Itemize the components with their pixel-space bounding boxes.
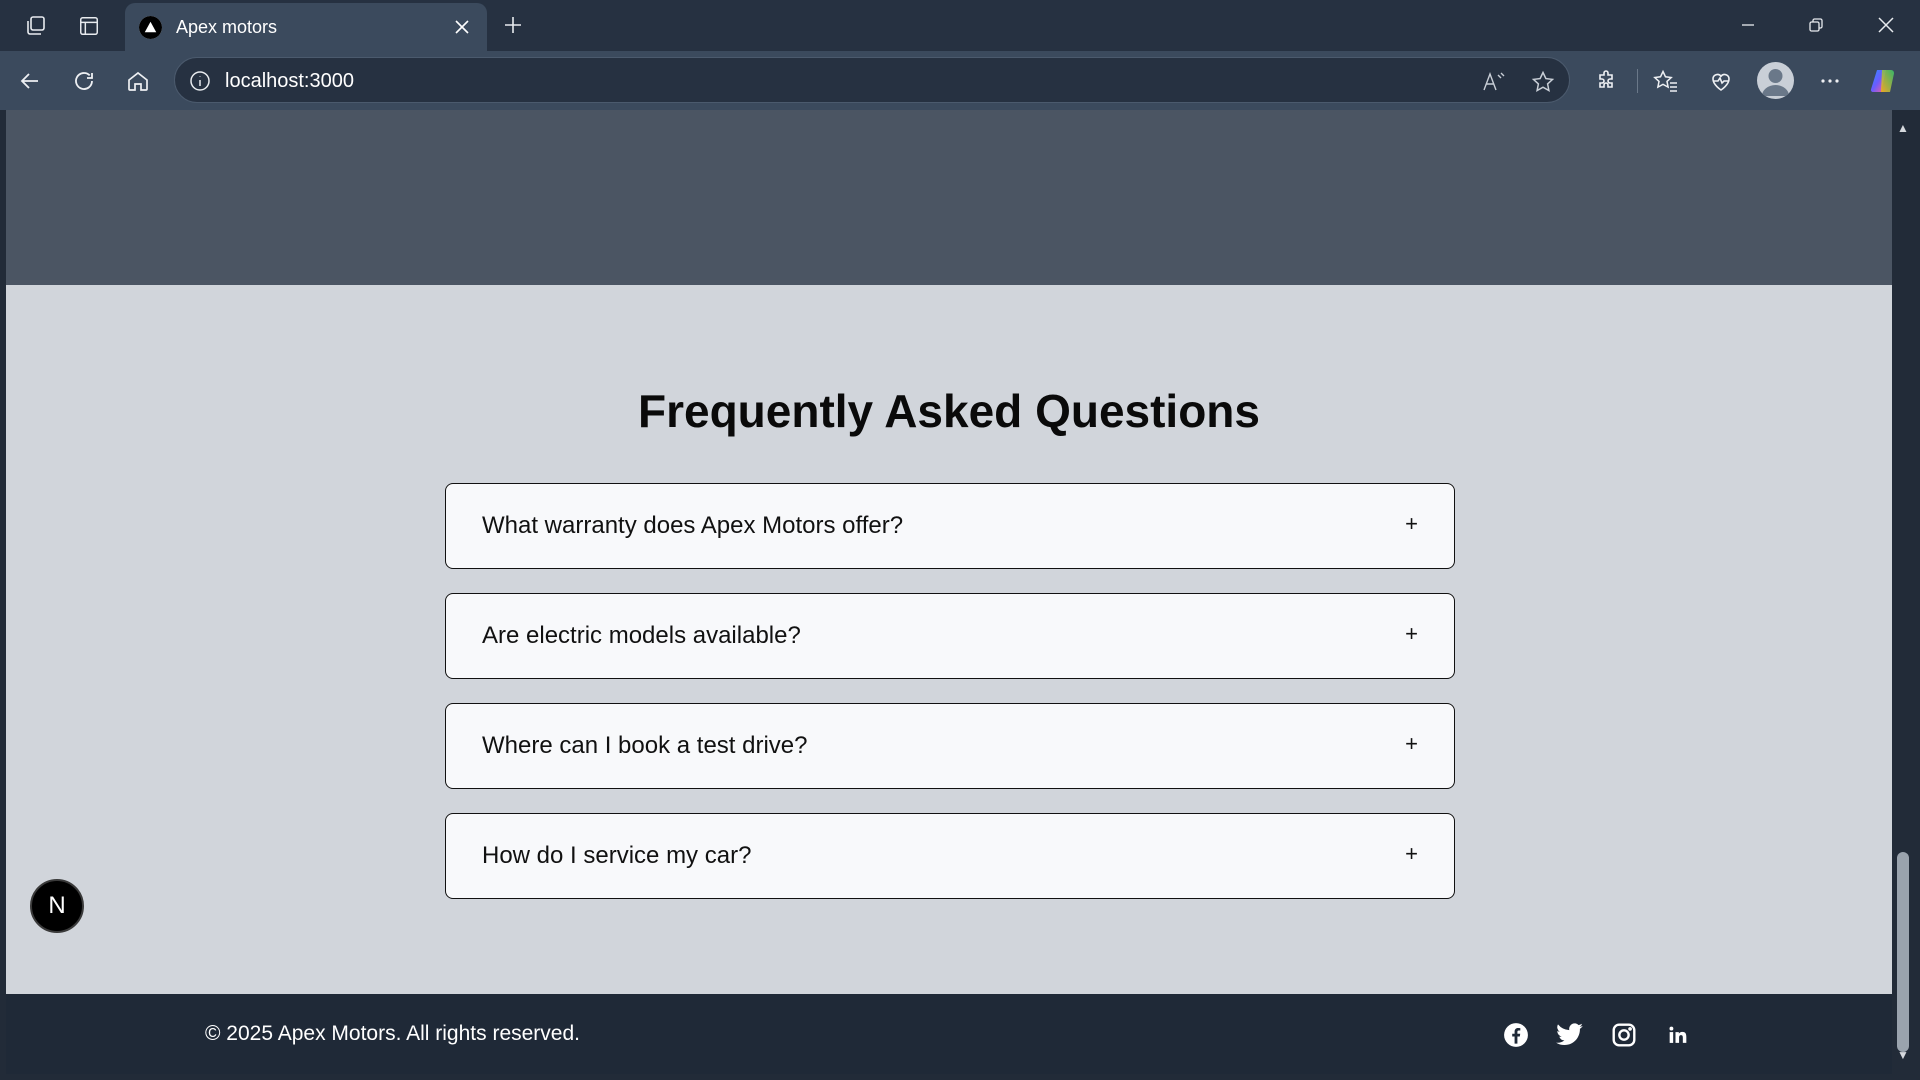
browser-essentials-icon[interactable] (1703, 63, 1739, 99)
expand-plus-icon[interactable]: + (1405, 621, 1418, 647)
scroll-down-arrow-icon[interactable]: ▼ (1895, 1047, 1911, 1063)
address-bar[interactable]: localhost:3000 (174, 57, 1570, 103)
hero-section (6, 110, 1892, 285)
url-text[interactable]: localhost:3000 (225, 70, 354, 93)
faq-question: How do I service my car? (482, 842, 752, 869)
faq-question: What warranty does Apex Motors offer? (482, 512, 904, 539)
twitter-icon[interactable] (1555, 1020, 1585, 1050)
workspaces-icon[interactable] (20, 10, 52, 42)
faq-item-test-drive[interactable]: Where can I book a test drive? + (445, 703, 1455, 789)
faq-question: Where can I book a test drive? (482, 732, 808, 759)
facebook-icon[interactable] (1501, 1020, 1531, 1050)
refresh-icon[interactable] (66, 63, 102, 99)
instagram-icon[interactable] (1609, 1020, 1639, 1050)
browser-tab-bar: Apex motors (0, 0, 1920, 51)
extensions-icon[interactable] (1589, 63, 1625, 99)
profile-avatar-icon[interactable] (1757, 62, 1794, 99)
toolbar-separator (1637, 69, 1638, 93)
faq-item-warranty[interactable]: What warranty does Apex Motors offer? + (445, 483, 1455, 569)
page-viewport: Frequently Asked Questions What warranty… (6, 110, 1892, 1074)
site-info-icon[interactable] (187, 68, 213, 94)
nextjs-dev-badge[interactable]: N (30, 879, 84, 933)
favorites-icon[interactable] (1648, 63, 1684, 99)
expand-plus-icon[interactable]: + (1405, 841, 1418, 867)
site-footer: © 2025 Apex Motors. All rights reserved. (6, 994, 1892, 1074)
favorite-star-icon[interactable] (1528, 67, 1558, 97)
expand-plus-icon[interactable]: + (1405, 731, 1418, 757)
more-options-icon[interactable] (1812, 63, 1848, 99)
linkedin-icon[interactable] (1663, 1020, 1693, 1050)
copilot-icon[interactable] (1866, 63, 1902, 99)
faq-heading: Frequently Asked Questions (638, 385, 1260, 437)
back-icon[interactable] (12, 63, 48, 99)
active-tab[interactable]: Apex motors (125, 3, 487, 51)
read-aloud-icon[interactable] (1479, 67, 1509, 97)
new-tab-icon[interactable] (496, 8, 530, 42)
faq-item-electric[interactable]: Are electric models available? + (445, 593, 1455, 679)
faq-item-service[interactable]: How do I service my car? + (445, 813, 1455, 899)
close-tab-icon[interactable] (447, 12, 477, 42)
faq-question: Are electric models available? (482, 622, 801, 649)
nextjs-favicon-icon (139, 15, 162, 39)
copyright-text: © 2025 Apex Motors. All rights reserved. (205, 1022, 580, 1045)
close-window-icon[interactable] (1864, 6, 1908, 44)
minimize-icon[interactable] (1726, 6, 1770, 44)
scrollbar-thumb[interactable] (1897, 852, 1909, 1052)
scroll-up-arrow-icon[interactable]: ▲ (1895, 120, 1911, 136)
browser-toolbar: localhost:3000 (0, 51, 1920, 110)
expand-plus-icon[interactable]: + (1405, 511, 1418, 537)
tab-actions-icon[interactable] (73, 10, 105, 42)
restore-icon[interactable] (1794, 6, 1838, 44)
faq-list: What warranty does Apex Motors offer? + … (445, 483, 1455, 923)
vertical-scrollbar[interactable]: ▲ ▼ (1892, 110, 1914, 1074)
tab-title: Apex motors (176, 16, 278, 37)
home-icon[interactable] (120, 63, 156, 99)
